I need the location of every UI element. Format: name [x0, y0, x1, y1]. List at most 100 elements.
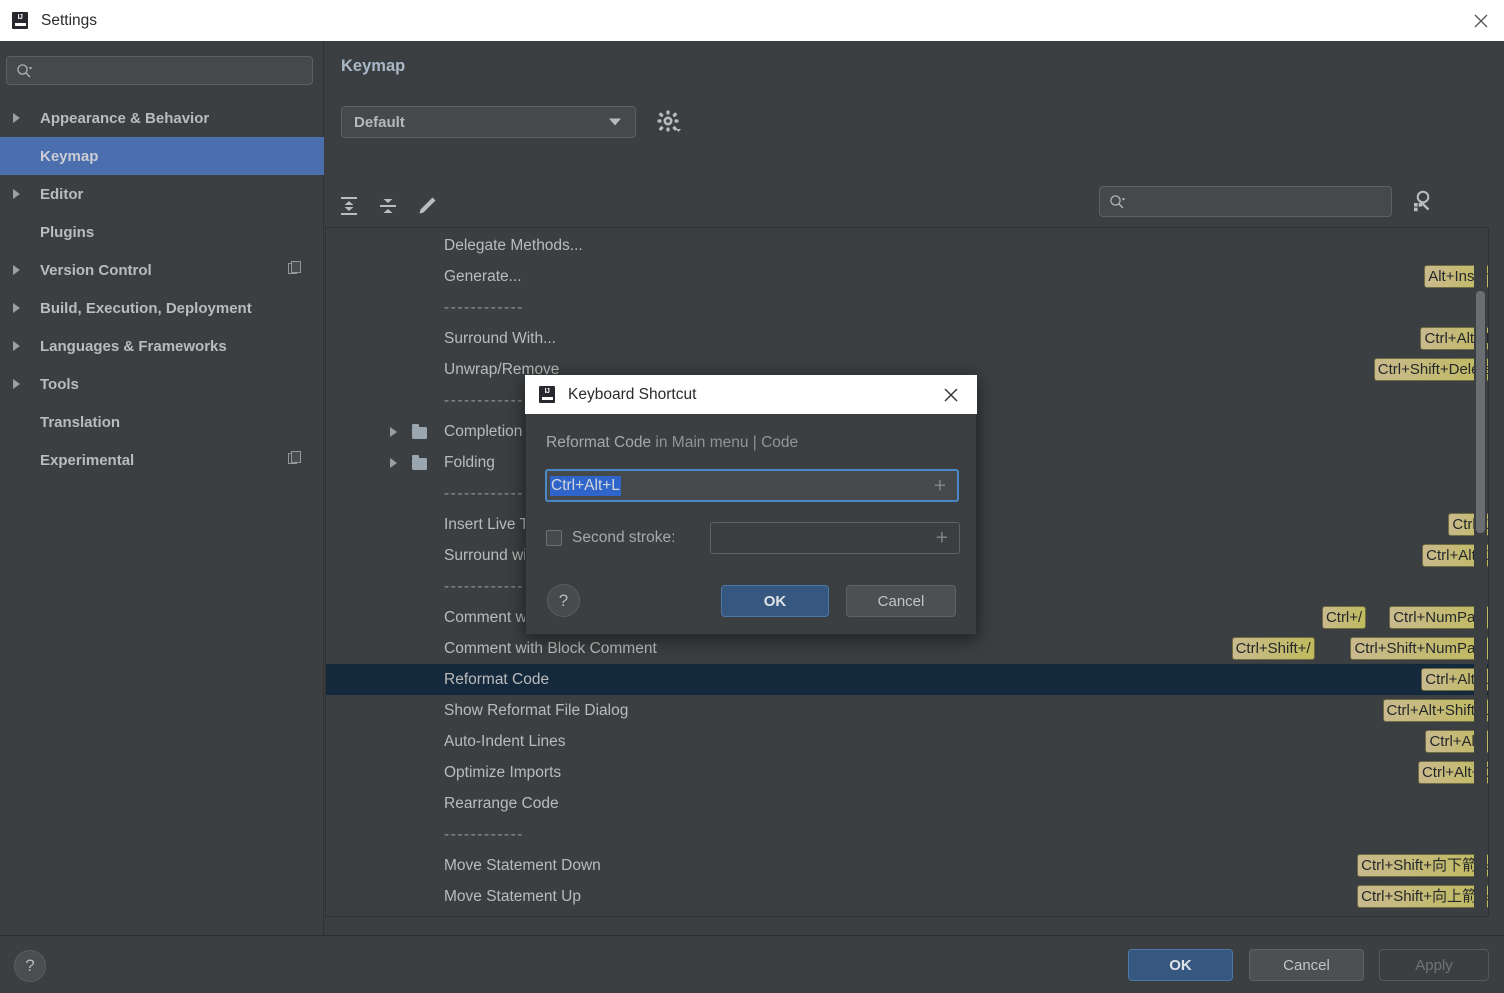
window-title: Settings: [41, 11, 98, 29]
chevron-right-icon: [13, 379, 20, 389]
chevron-right-icon: [13, 189, 20, 199]
cancel-button[interactable]: Cancel: [1249, 949, 1364, 981]
tree-row[interactable]: Surround With... Ctrl+Alt+T: [326, 323, 1488, 354]
window-titlebar: IJ Settings: [0, 0, 1504, 41]
tree-row[interactable]: Reformat Code Ctrl+Alt+L: [326, 664, 1488, 695]
sidebar-item-build-execution-deployment[interactable]: Build, Execution, Deployment: [0, 289, 324, 327]
dialog-caption-action: Reformat Code: [546, 434, 652, 451]
search-icon: [17, 63, 32, 77]
chevron-right-icon[interactable]: [390, 426, 397, 437]
dialog-help-button[interactable]: ?: [547, 584, 580, 617]
tree-row-label: Rearrange Code: [444, 794, 559, 812]
dialog-ok-button[interactable]: OK: [721, 585, 829, 617]
intellij-idea-logo: IJ: [537, 384, 557, 405]
folder-icon: [412, 455, 427, 470]
second-stroke-checkbox[interactable]: [546, 530, 562, 546]
folder-icon: [412, 424, 427, 439]
shortcut-badge: Ctrl+Shift+/: [1231, 637, 1315, 660]
sidebar-search-box[interactable]: [6, 56, 313, 85]
keymap-profile-select[interactable]: Default: [341, 106, 636, 138]
shortcut-badge: Ctrl+Shift+向上箭头: [1357, 885, 1488, 908]
tree-row[interactable]: Move Statement Down Ctrl+Shift+向下箭头: [326, 850, 1488, 881]
second-stroke-input[interactable]: +: [710, 522, 960, 554]
sidebar-item-editor[interactable]: Editor: [0, 175, 324, 213]
tree-row-label: Surround With...: [444, 329, 556, 347]
expand-all-icon[interactable]: [334, 191, 364, 221]
tree-scrollbar-thumb[interactable]: [1476, 291, 1485, 533]
keymap-search-box[interactable]: [1099, 186, 1392, 217]
tree-scrollbar[interactable]: [1474, 229, 1487, 916]
help-button[interactable]: ?: [14, 950, 46, 982]
sidebar-item-languages-frameworks[interactable]: Languages & Frameworks: [0, 327, 324, 365]
close-icon[interactable]: [931, 375, 971, 414]
tree-row-label: Reformat Code: [444, 670, 550, 688]
dialog-cancel-button[interactable]: Cancel: [846, 585, 956, 617]
gear-icon[interactable]: [656, 109, 684, 137]
find-by-shortcut-icon[interactable]: [1408, 187, 1438, 217]
chevron-right-icon: [13, 265, 20, 275]
sidebar-item-appearance-behavior[interactable]: Appearance & Behavior: [0, 99, 324, 137]
shortcut-badge: Ctrl+/: [1321, 606, 1367, 629]
close-icon[interactable]: [1458, 0, 1504, 41]
shortcut-input[interactable]: Ctrl+Alt+L +: [545, 469, 959, 502]
shortcut-badge: Ctrl+Shift+NumPad /: [1350, 637, 1488, 660]
tree-row-label: Auto-Indent Lines: [444, 732, 566, 750]
settings-sidebar: Appearance & Behavior Keymap Editor Plugins…: [0, 41, 324, 935]
plus-icon: +: [933, 474, 946, 497]
dialog-footer: ? OK Cancel Apply: [0, 935, 1504, 993]
sidebar-item-translation[interactable]: Translation: [0, 403, 324, 441]
tree-row[interactable]: Comment with Block Comment Ctrl+Shift+Num…: [326, 633, 1488, 664]
chevron-right-icon[interactable]: [390, 457, 397, 468]
tree-row-label: Folding: [444, 453, 495, 471]
tree-row[interactable]: Generate... Alt+Insert: [326, 261, 1488, 292]
copy-icon: [288, 261, 302, 279]
second-stroke-label: Second stroke:: [572, 529, 676, 546]
collapse-all-icon[interactable]: [373, 191, 403, 221]
shortcut-badge: Ctrl+Shift+向下箭头: [1357, 854, 1488, 877]
tree-row-label: Move Statement Up: [444, 887, 581, 905]
keyboard-shortcut-dialog: IJ Keyboard Shortcut Reformat Code in Ma…: [525, 375, 977, 635]
chevron-right-icon: [13, 303, 20, 313]
keymap-profile-value: Default: [354, 113, 405, 131]
chevron-right-icon: [13, 341, 20, 351]
sidebar-item-plugins[interactable]: Plugins: [0, 213, 324, 251]
tree-row-label: ------------: [444, 825, 524, 843]
tree-row[interactable]: Rearrange Code: [326, 788, 1488, 819]
tree-row-label: Move Statement Down: [444, 856, 601, 874]
tree-row[interactable]: ------------: [326, 292, 1488, 323]
shortcut-input-value: Ctrl+Alt+L: [550, 475, 621, 496]
page-title: Keymap: [341, 57, 406, 75]
tree-row[interactable]: Show Reformat File Dialog Ctrl+Alt+Shift+…: [326, 695, 1488, 726]
dialog-caption-context: in Main menu | Code: [651, 434, 799, 451]
copy-icon: [288, 451, 302, 469]
chevron-down-icon: [609, 118, 621, 126]
pencil-icon[interactable]: [412, 191, 442, 221]
tree-row[interactable]: Delegate Methods...: [326, 230, 1488, 261]
plus-icon: +: [935, 526, 948, 550]
sidebar-item-experimental[interactable]: Experimental: [0, 441, 324, 479]
sidebar-item-tools[interactable]: Tools: [0, 365, 324, 403]
sidebar-item-version-control[interactable]: Version Control: [0, 251, 324, 289]
chevron-right-icon: [13, 113, 20, 123]
ok-button[interactable]: OK: [1128, 949, 1233, 981]
sidebar-item-label: Editor: [40, 185, 84, 203]
dialog-content: Reformat Code in Main menu | Code Ctrl+A…: [525, 414, 977, 635]
tree-row-label: Delegate Methods...: [444, 236, 583, 254]
sidebar-item-label: Plugins: [40, 223, 95, 241]
tree-row[interactable]: ------------: [326, 819, 1488, 850]
sidebar-item-label: Languages & Frameworks: [40, 337, 227, 355]
tree-row-label: Optimize Imports: [444, 763, 562, 781]
sidebar-item-label: Keymap: [40, 147, 99, 165]
tree-row[interactable]: Move Statement Up Ctrl+Shift+向上箭头: [326, 881, 1488, 912]
tree-row[interactable]: Auto-Indent Lines Ctrl+Alt+I: [326, 726, 1488, 757]
intellij-idea-logo: IJ: [10, 10, 30, 31]
tree-row-label: Comment with Block Comment: [444, 639, 657, 657]
sidebar-item-keymap[interactable]: Keymap: [0, 137, 324, 175]
shortcut-badge: Ctrl+Shift+Delete: [1373, 358, 1488, 381]
keymap-search-input[interactable]: [1125, 193, 1391, 210]
tree-row[interactable]: Optimize Imports Ctrl+Alt+O: [326, 757, 1488, 788]
sidebar-search-input[interactable]: [32, 62, 312, 79]
tree-row-label: ------------: [444, 484, 524, 502]
sidebar-item-label: Appearance & Behavior: [40, 109, 210, 127]
tree-row-label: ------------: [444, 298, 524, 316]
